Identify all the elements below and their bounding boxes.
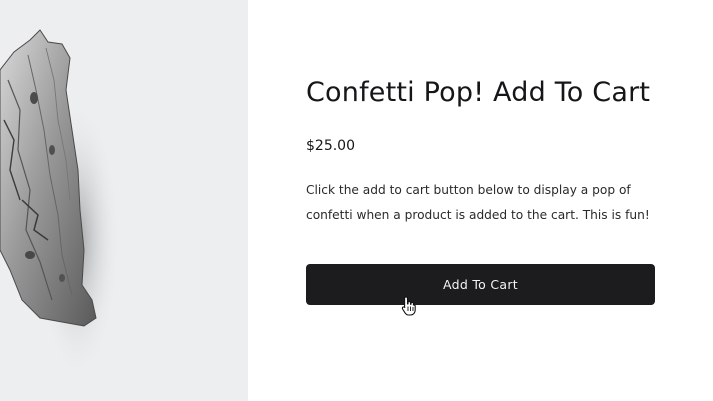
product-price: $25.00 [306,138,355,154]
product-description: Click the add to cart button below to di… [306,183,650,222]
product-title: Confetti Pop! Add To Cart [306,77,651,108]
driftwood-image [0,29,120,380]
product-page: Confetti Pop! Add To Cart $25.00 Click t… [0,0,713,401]
add-to-cart-button[interactable]: Add To Cart [306,264,655,305]
product-info: Confetti Pop! Add To Cart $25.00 Click t… [248,0,713,401]
product-image [0,0,248,401]
